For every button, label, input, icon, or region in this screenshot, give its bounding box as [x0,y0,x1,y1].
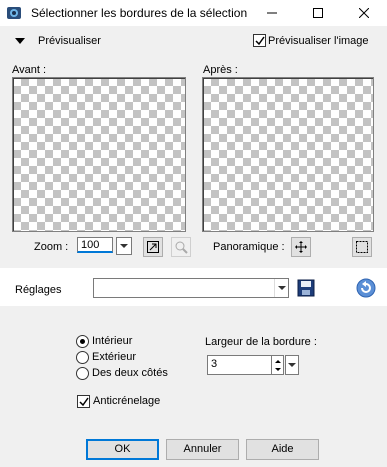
border-width-label: Largeur de la bordure : [205,336,317,348]
after-label: Après : [203,64,238,76]
antialias-checkbox[interactable] [77,395,90,408]
cancel-button[interactable]: Annuler [166,439,239,460]
border-width-dropdown[interactable] [285,355,299,375]
ok-button[interactable]: OK [86,439,159,460]
reset-icon [356,278,376,298]
chevron-down-icon [278,286,286,290]
window-title: Sélectionner les bordures de la sélectio… [31,6,248,20]
before-preview[interactable] [12,77,186,232]
collapse-arrow-icon[interactable] [15,38,25,44]
radio-outside[interactable] [76,351,89,364]
border-width-input[interactable]: 3 [207,355,272,375]
close-icon [359,8,369,18]
zoom-dropdown[interactable] [116,237,132,255]
radio-both-sides[interactable] [76,367,89,380]
before-label: Avant : [12,64,47,76]
zoom-tool-button[interactable] [171,237,191,257]
settings-combo[interactable] [93,278,289,298]
pan-label: Panoramique : [213,241,285,253]
selection-marquee-icon [356,241,368,253]
chevron-down-icon [120,244,128,248]
move-icon [295,241,307,253]
preview-image-label[interactable]: Prévisualiser l'image [268,35,369,47]
settings-label: Réglages [15,284,62,296]
close-button[interactable] [341,0,387,26]
arrow-down-icon[interactable] [275,368,281,371]
settings-dropdown-button[interactable] [274,279,289,297]
help-button[interactable]: Aide [246,439,319,460]
arrow-up-icon[interactable] [275,360,281,363]
maximize-button[interactable] [295,0,341,26]
minimize-icon [267,12,277,14]
selection-button[interactable] [352,237,372,257]
border-width-stepper[interactable] [272,355,284,375]
antialias-label[interactable]: Anticrénelage [93,395,160,407]
zoom-fit-button[interactable] [143,237,163,257]
radio-inside-label[interactable]: Intérieur [92,335,132,347]
fit-window-icon [147,241,159,253]
after-preview[interactable] [202,77,374,232]
floppy-disk-icon [297,279,315,297]
zoom-input[interactable]: 100 [77,237,113,253]
preview-image-checkbox[interactable] [253,34,266,47]
checkmark-icon [79,397,89,407]
magnifier-icon [175,241,188,254]
app-icon [6,5,22,21]
radio-outside-label[interactable]: Extérieur [92,351,136,363]
zoom-label: Zoom : [34,241,69,253]
pan-button[interactable] [291,237,311,257]
radio-inside[interactable] [76,335,89,348]
checkmark-icon [255,36,265,46]
radio-both-sides-label[interactable]: Des deux côtés [92,367,168,379]
chevron-down-icon [288,363,296,367]
reset-button[interactable] [356,278,376,298]
save-preset-button[interactable] [296,278,316,298]
minimize-button[interactable] [249,0,295,26]
maximize-icon [313,8,323,18]
preview-section-label[interactable]: Prévisualiser [38,35,101,47]
